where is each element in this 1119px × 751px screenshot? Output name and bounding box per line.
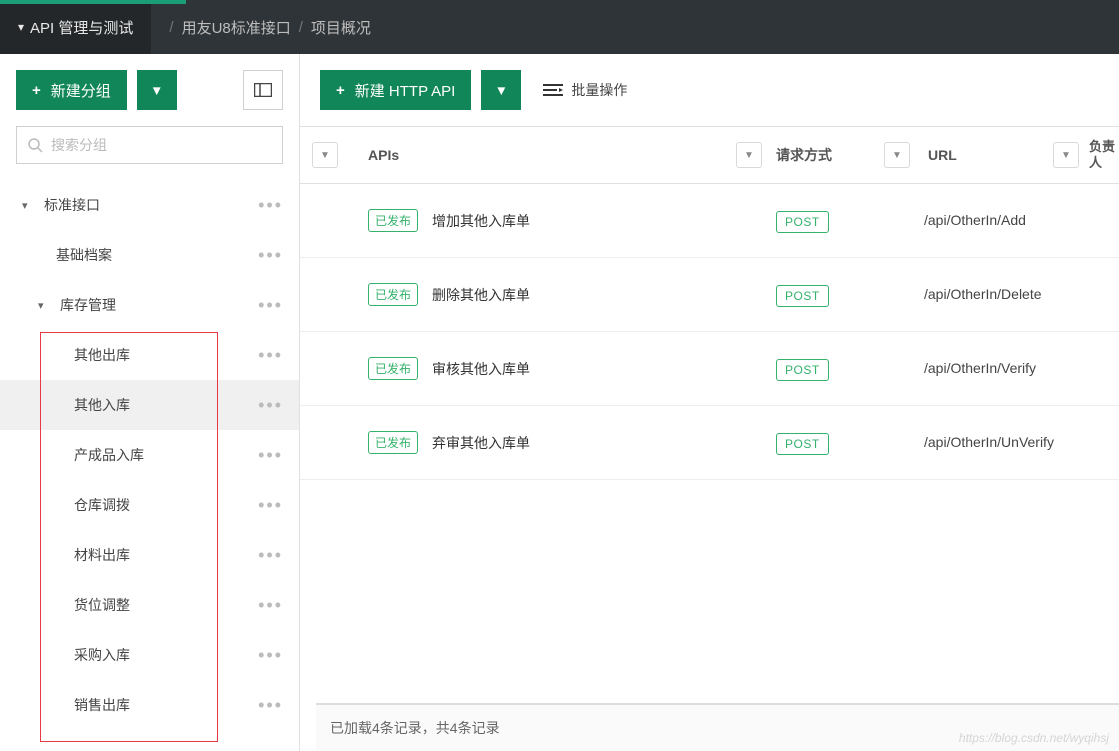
tree-item-standard[interactable]: ▾ 标准接口 ••• <box>0 180 299 230</box>
new-api-button[interactable]: + 新建 HTTP API <box>320 70 471 110</box>
tree-item-label: 产成品入库 <box>74 445 258 465</box>
more-icon[interactable]: ••• <box>258 495 283 516</box>
main-panel: + 新建 HTTP API ▼ 批量操作 ▼ APIs ▼ 请求方式 ▼ <box>300 54 1119 751</box>
more-icon[interactable]: ••• <box>258 545 283 566</box>
tree-item-label: 基础档案 <box>56 245 258 265</box>
table-header: ▼ APIs ▼ 请求方式 ▼ URL ▼ 负责人 <box>300 126 1119 184</box>
filter-button[interactable]: ▼ <box>884 142 910 168</box>
new-group-dropdown[interactable]: ▼ <box>137 70 177 110</box>
tree-item-label: 销售出库 <box>74 695 258 715</box>
tree-item-child[interactable]: 产成品入库 ••• <box>0 430 299 480</box>
watermark: https://blog.csdn.net/wyqihsj <box>959 731 1109 745</box>
table-row[interactable]: 已发布 删除其他入库单 POST /api/OtherIn/Delete <box>300 258 1119 332</box>
layout-toggle-button[interactable] <box>243 70 283 110</box>
tree-item-child[interactable]: 货位调整 ••• <box>0 580 299 630</box>
api-name: 弃审其他入库单 <box>432 433 530 453</box>
chevron-down-icon: ▾ <box>18 20 24 34</box>
tree-item-label: 货位调整 <box>74 595 258 615</box>
search-groups-box[interactable] <box>16 126 283 164</box>
tree-item-child[interactable]: 仓库调拨 ••• <box>0 480 299 530</box>
col-api-label: APIs <box>368 147 399 163</box>
new-group-button[interactable]: + 新建分组 <box>16 70 127 110</box>
search-icon <box>27 137 43 153</box>
tree-item-label: 其他入库 <box>74 395 258 415</box>
sidebar: + 新建分组 ▼ ▾ 标准接口 ••• <box>0 54 300 751</box>
batch-label: 批量操作 <box>571 80 627 100</box>
tree-item-inventory[interactable]: ▾ 库存管理 ••• <box>0 280 299 330</box>
tree-item-basic[interactable]: 基础档案 ••• <box>0 230 299 280</box>
tree-item-label: 材料出库 <box>74 545 258 565</box>
chevron-down-icon: ▾ <box>22 199 36 212</box>
topbar-dropdown[interactable]: ▾ API 管理与测试 <box>0 0 151 54</box>
breadcrumb-sep: / <box>169 19 173 36</box>
tree-item-label: 库存管理 <box>60 295 258 315</box>
col-url-label: URL <box>928 147 957 163</box>
plus-icon: + <box>32 82 41 99</box>
tree-item-child[interactable]: 材料出库 ••• <box>0 530 299 580</box>
caret-down-icon: ▼ <box>495 83 508 98</box>
filter-button[interactable]: ▼ <box>312 142 338 168</box>
tree-item-label: 标准接口 <box>44 195 258 215</box>
status-badge: 已发布 <box>368 283 418 306</box>
filter-button[interactable]: ▼ <box>1053 142 1079 168</box>
tree-item-child[interactable]: 采购入库 ••• <box>0 630 299 680</box>
breadcrumb: / 用友U8标准接口 / 项目概况 <box>161 17 371 38</box>
layout-icon <box>254 83 272 97</box>
more-icon[interactable]: ••• <box>258 395 283 416</box>
more-icon[interactable]: ••• <box>258 595 283 616</box>
topbar: ▾ API 管理与测试 / 用友U8标准接口 / 项目概况 <box>0 0 1119 54</box>
filter-button[interactable]: ▼ <box>736 142 762 168</box>
more-icon[interactable]: ••• <box>258 695 283 716</box>
breadcrumb-item[interactable]: 用友U8标准接口 <box>182 17 291 38</box>
more-icon[interactable]: ••• <box>258 645 283 666</box>
sidebar-tree: ▾ 标准接口 ••• 基础档案 ••• ▾ 库存管理 ••• 其他出库 ••• … <box>0 180 299 751</box>
api-name: 审核其他入库单 <box>432 359 530 379</box>
chevron-down-icon: ▾ <box>38 299 52 312</box>
status-badge: 已发布 <box>368 357 418 380</box>
api-name: 增加其他入库单 <box>432 211 530 231</box>
method-badge: POST <box>776 285 829 307</box>
plus-icon: + <box>336 82 345 99</box>
tree-item-label: 仓库调拨 <box>74 495 258 515</box>
status-text: 已加载4条记录，共4条记录 <box>330 718 500 738</box>
topbar-title: API 管理与测试 <box>30 17 133 38</box>
new-api-label: 新建 HTTP API <box>355 80 456 101</box>
more-icon[interactable]: ••• <box>258 295 283 316</box>
caret-down-icon: ▼ <box>150 83 163 98</box>
new-api-dropdown[interactable]: ▼ <box>481 70 521 110</box>
list-icon <box>543 83 563 97</box>
breadcrumb-item[interactable]: 项目概况 <box>311 17 371 38</box>
table-row[interactable]: 已发布 审核其他入库单 POST /api/OtherIn/Verify <box>300 332 1119 406</box>
status-badge: 已发布 <box>368 209 418 232</box>
new-group-label: 新建分组 <box>51 80 111 101</box>
tree-item-label: 其他出库 <box>74 345 258 365</box>
method-badge: POST <box>776 211 829 233</box>
search-input[interactable] <box>51 137 272 153</box>
tree-item-child[interactable]: 销售出库 ••• <box>0 680 299 730</box>
more-icon[interactable]: ••• <box>258 345 283 366</box>
status-badge: 已发布 <box>368 431 418 454</box>
breadcrumb-sep: / <box>299 19 303 36</box>
table-row[interactable]: 已发布 弃审其他入库单 POST /api/OtherIn/UnVerify <box>300 406 1119 480</box>
api-url: /api/OtherIn/Add <box>924 210 1089 231</box>
api-url: /api/OtherIn/Verify <box>924 358 1089 379</box>
more-icon[interactable]: ••• <box>258 445 283 466</box>
api-url: /api/OtherIn/Delete <box>924 284 1089 305</box>
api-url: /api/OtherIn/UnVerify <box>924 432 1089 453</box>
method-badge: POST <box>776 433 829 455</box>
table-row[interactable]: 已发布 增加其他入库单 POST /api/OtherIn/Add <box>300 184 1119 258</box>
more-icon[interactable]: ••• <box>258 245 283 266</box>
method-badge: POST <box>776 359 829 381</box>
col-resp-label: 负责人 <box>1089 139 1119 170</box>
tree-item-label: 采购入库 <box>74 645 258 665</box>
more-icon[interactable]: ••• <box>258 195 283 216</box>
col-method-label: 请求方式 <box>776 145 832 165</box>
api-name: 删除其他入库单 <box>432 285 530 305</box>
tree-item-child[interactable]: 其他出库 ••• <box>0 330 299 380</box>
batch-button[interactable]: 批量操作 <box>531 70 639 110</box>
tree-item-child[interactable]: 其他入库 ••• <box>0 380 299 430</box>
